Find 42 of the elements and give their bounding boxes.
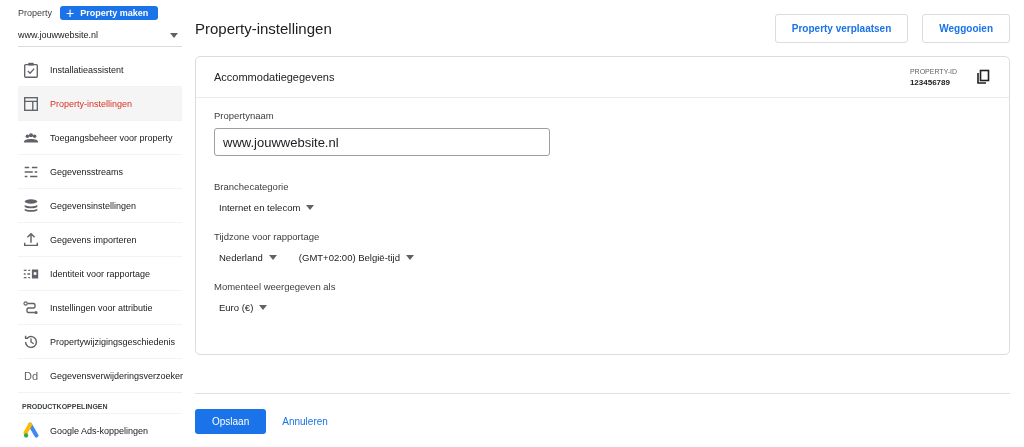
caret-icon	[306, 205, 315, 210]
dropdown[interactable]: Euro (€)	[219, 302, 268, 313]
caret-icon	[268, 255, 277, 260]
sidebar-item[interactable]: Instellingen voor attributie	[18, 291, 182, 325]
property-name-field[interactable]: www.jouwwebsite.nl	[214, 128, 550, 156]
action-button[interactable]: Property verplaatsen	[774, 13, 909, 43]
field-label: Branchecategorie	[214, 181, 290, 192]
sidebar-icon	[22, 230, 40, 249]
save-button[interactable]: Opslaan	[195, 409, 267, 434]
dropdown[interactable]: Internet en telecom	[219, 202, 315, 213]
create-property-button[interactable]: + Property maken	[60, 6, 159, 20]
sidebar-item[interactable]: Gegevensinstellingen	[18, 189, 182, 223]
sidebar-item[interactable]: Gegevens importeren	[18, 223, 182, 257]
sidebar-icon	[22, 298, 40, 317]
card-title: Accommodatiegegevens	[214, 71, 336, 83]
sidebar-item[interactable]: Dd Gegevensverwijderingsverzoeker	[18, 359, 182, 393]
sidebar-item[interactable]: Propertywijzigingsgeschiedenis	[18, 325, 182, 359]
caret-icon	[259, 305, 268, 310]
caret-icon	[405, 255, 414, 260]
cancel-link[interactable]: Annuleren	[278, 412, 332, 431]
sidebar-icon	[22, 60, 40, 79]
sidebar-item[interactable]: Google Ads-koppelingen	[18, 414, 182, 447]
property-label: Property	[18, 8, 52, 18]
sidebar-item[interactable]: Gegevensstreams	[18, 155, 182, 189]
property-id-value: 123456789	[909, 77, 951, 87]
sidebar-item[interactable]: Toegangsbeheer voor property	[18, 121, 182, 155]
field-label: Tijdzone voor rapportage	[214, 231, 321, 242]
action-button[interactable]: Weggooien	[922, 13, 1010, 43]
field-label: Propertynaam	[214, 110, 275, 121]
property-select[interactable]: www.jouwwebsite.nl	[18, 20, 182, 47]
sidebar-icon	[22, 196, 40, 215]
field-label: Momenteel weergegeven als	[214, 281, 337, 292]
triangle-logo-icon	[22, 421, 40, 440]
page-title: Property-instellingen	[195, 19, 333, 37]
copy-icon[interactable]	[975, 69, 991, 85]
dropdown[interactable]: (GMT+02:00) België-tijd	[298, 252, 414, 263]
caret-icon	[170, 32, 178, 38]
sidebar-item[interactable]: Property-instellingen	[18, 87, 182, 121]
sidebar-item[interactable]: Identiteit voor rapportage	[18, 257, 182, 291]
dropdown[interactable]: Nederland	[219, 252, 277, 263]
sidebar-icon: Dd	[22, 369, 40, 382]
sidebar-icon	[22, 94, 40, 113]
